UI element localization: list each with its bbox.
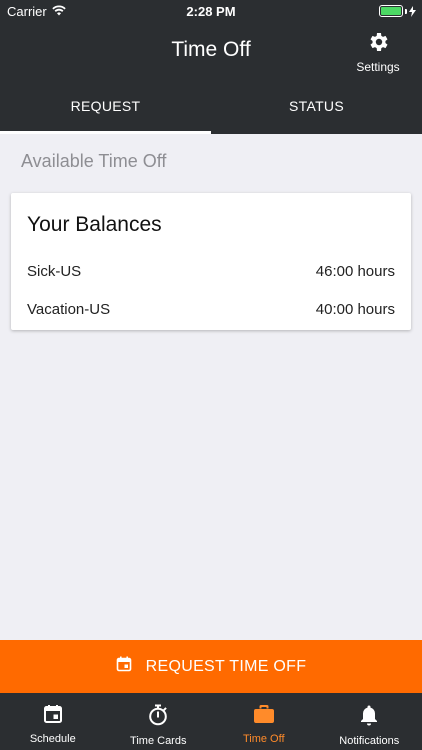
calendar-icon	[43, 704, 63, 727]
tab-request-label: REQUEST	[70, 98, 141, 114]
bell-icon	[359, 704, 379, 729]
balance-value: 40:00 hours	[315, 301, 395, 318]
tab-status-label: STATUS	[289, 98, 344, 114]
tab-schedule-label: Schedule	[29, 733, 76, 745]
bottom-tab-bar: Schedule Time Cards Time Off Notificatio…	[0, 693, 422, 750]
balance-row-vacation: Vacation-US 40:00 hours	[27, 301, 395, 321]
stopwatch-icon	[148, 704, 168, 729]
briefcase-icon	[253, 704, 275, 727]
segment-tabs: REQUEST STATUS	[0, 78, 422, 134]
calendar-icon	[116, 656, 132, 677]
tab-status[interactable]: STATUS	[211, 78, 422, 134]
status-bar: Carrier 2:28 PM	[0, 0, 422, 22]
tab-time-off-label: Time Off	[242, 733, 285, 745]
balance-name: Vacation-US	[27, 301, 111, 318]
nav-bar: Time Off Settings	[0, 22, 422, 78]
settings-label: Settings	[356, 60, 400, 74]
tab-request[interactable]: REQUEST	[0, 78, 211, 134]
tab-time-cards-label: Time Cards	[130, 735, 187, 747]
settings-button[interactable]: Settings	[346, 30, 410, 74]
balances-title: Your Balances	[27, 213, 162, 236]
section-title: Available Time Off	[21, 151, 167, 171]
tab-notifications-label: Notifications	[339, 735, 400, 747]
tab-time-off[interactable]: Time Off	[211, 693, 317, 750]
tab-schedule[interactable]: Schedule	[0, 693, 106, 750]
tab-time-cards[interactable]: Time Cards	[106, 693, 212, 750]
balance-row-sick: Sick-US 46:00 hours	[27, 263, 395, 283]
gear-icon	[366, 30, 390, 59]
request-time-off-label: REQUEST TIME OFF	[145, 657, 307, 675]
tab-notifications[interactable]: Notifications	[317, 693, 422, 750]
balance-value: 46:00 hours	[315, 263, 395, 280]
balance-name: Sick-US	[27, 263, 82, 280]
balances-card: Your Balances Sick-US 46:00 hours Vacati…	[11, 193, 411, 330]
battery-icon	[379, 5, 416, 17]
charging-icon	[409, 5, 416, 17]
request-time-off-button[interactable]: REQUEST TIME OFF	[0, 640, 422, 693]
status-time: 2:28 PM	[186, 4, 236, 19]
